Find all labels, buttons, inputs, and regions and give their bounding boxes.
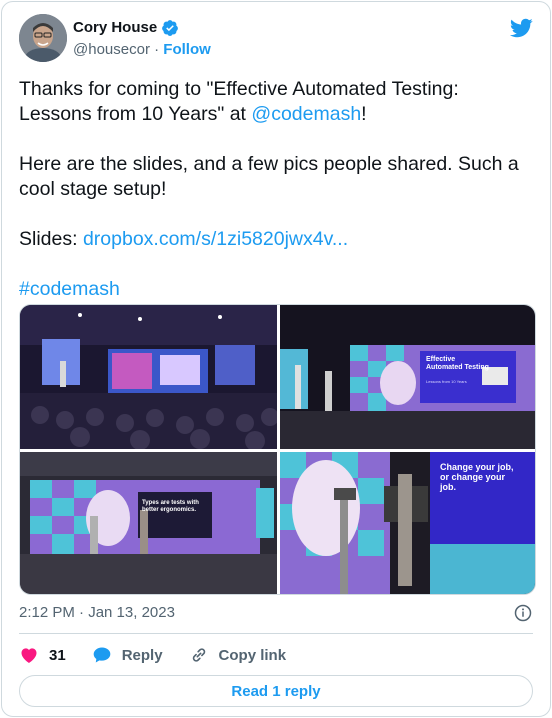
copy-link-button[interactable]: Copy link xyxy=(189,645,287,665)
photo-title-slide[interactable]: Effective Automated Testing Lessons from 1… xyxy=(280,305,535,449)
slides-link[interactable]: dropbox.com/s/1zi5820jwx4v... xyxy=(83,228,348,250)
twitter-bird-icon[interactable] xyxy=(509,16,533,40)
verified-badge-icon xyxy=(162,20,179,36)
reply-label: Reply xyxy=(121,646,163,664)
slide-title-text: Effective xyxy=(426,356,455,363)
slide-change-job-text: job. xyxy=(439,482,456,492)
author-name[interactable]: Cory House xyxy=(73,18,157,38)
author-handle[interactable]: @housecor xyxy=(73,41,150,58)
slide-change-job-text: or change your xyxy=(440,472,506,482)
tweet-text-line1: Thanks for coming to "Effective Automate… xyxy=(19,78,459,125)
slide-subtitle-text: Lessons from 10 Years xyxy=(426,379,467,384)
photo-change-job-slide[interactable]: Change your job, or change your job. xyxy=(280,452,535,594)
slides-label: Slides: xyxy=(19,228,83,250)
handle-separator: · xyxy=(154,41,160,58)
like-button[interactable]: 31 xyxy=(19,645,66,665)
slide-ergonomics-text: Types are tests with xyxy=(142,500,199,506)
follow-button[interactable]: Follow xyxy=(163,41,211,58)
hashtag-link[interactable]: #codemash xyxy=(19,278,120,300)
media-grid: Effective Automated Testing Lessons from 1… xyxy=(19,304,536,595)
slide-title-text: Automated Testing xyxy=(426,364,489,371)
slide-change-job-text: Change your job, xyxy=(440,462,514,472)
tweet-card: Cory House @housecor · Follow Thanks for… xyxy=(1,1,551,717)
tweet-text-line1-suffix: ! xyxy=(361,103,367,125)
tweet-text-line2: Here are the slides, and a few pics peop… xyxy=(19,153,519,200)
reply-button[interactable]: Reply xyxy=(92,645,163,665)
like-count: 31 xyxy=(49,646,66,664)
tweet-header: Cory House @housecor · Follow xyxy=(19,14,533,66)
info-icon[interactable] xyxy=(514,604,532,622)
reply-bubble-icon xyxy=(93,647,111,663)
tweet-text: Thanks for coming to "Effective Automate… xyxy=(19,77,534,327)
photo-ergonomics-slide[interactable]: Types are tests with better ergonomics. xyxy=(20,452,277,594)
photo-stage-wide[interactable] xyxy=(20,305,277,449)
avatar[interactable] xyxy=(19,14,67,62)
copy-link-label: Copy link xyxy=(218,646,287,664)
action-bar: 31 Reply Copy link xyxy=(19,642,312,668)
mention-link[interactable]: @codemash xyxy=(251,103,361,125)
divider xyxy=(19,633,533,634)
slide-ergonomics-text: better ergonomics. xyxy=(142,507,196,513)
read-replies-button[interactable]: Read 1 reply xyxy=(19,675,533,707)
tweet-timestamp[interactable]: 2:12 PM · Jan 13, 2023 xyxy=(19,604,175,621)
heart-icon xyxy=(21,648,37,663)
link-icon xyxy=(192,648,205,662)
